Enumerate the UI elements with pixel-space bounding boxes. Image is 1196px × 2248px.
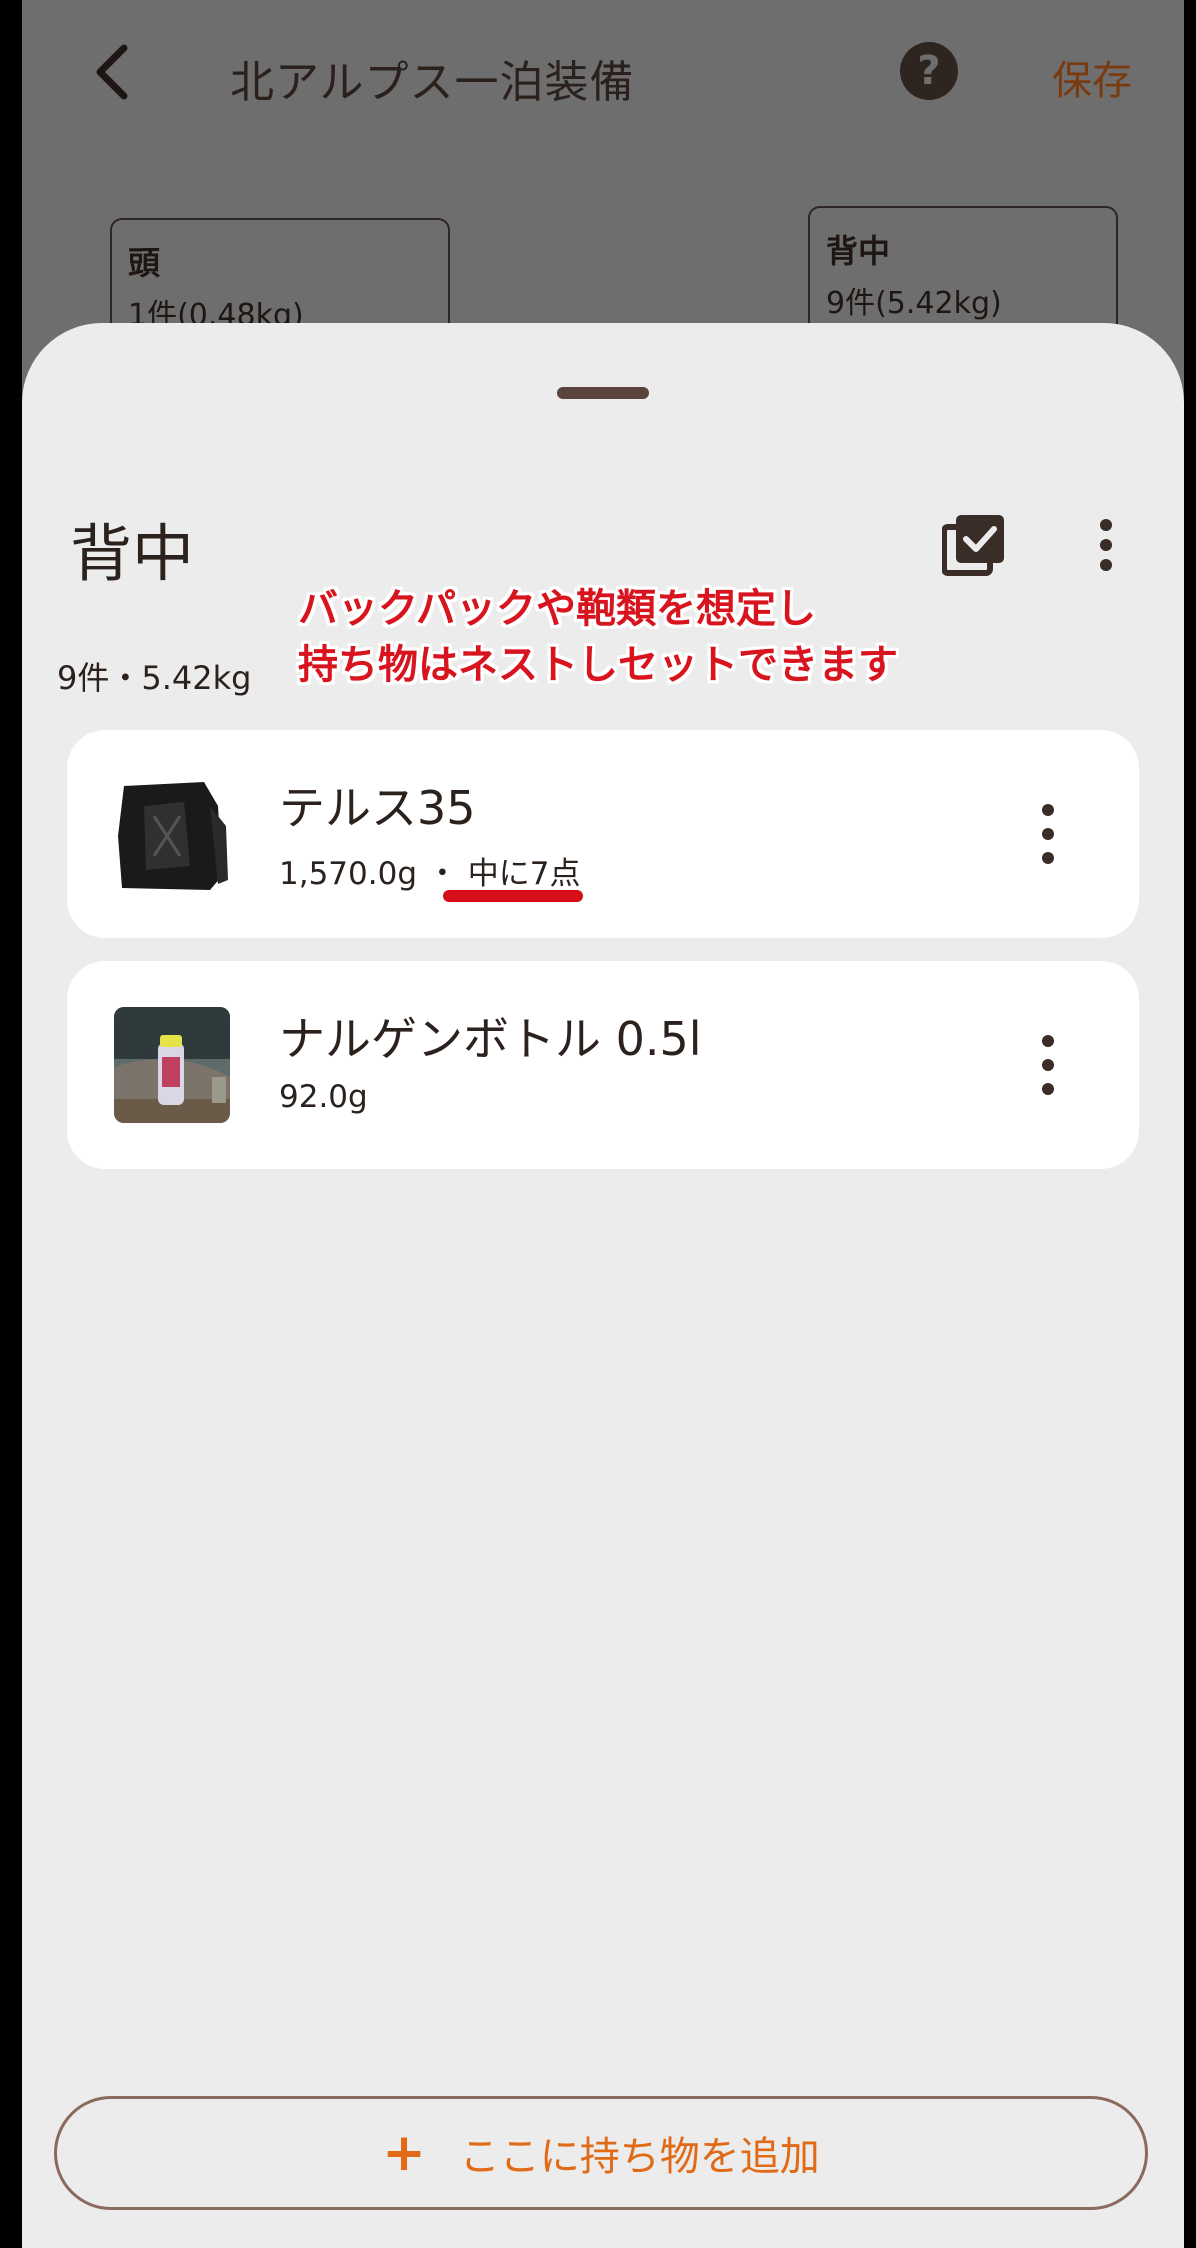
checklist-button[interactable]	[941, 513, 1006, 577]
item-weight: 1,570.0g	[279, 856, 418, 892]
annotation-line: 持ち物はネストしセットできます	[298, 642, 898, 688]
annotation-line: バックパックや鞄類を想定し	[298, 586, 816, 632]
item-thumbnail	[114, 1007, 230, 1123]
item-name: ナルゲンボトル 0.5l	[279, 1012, 702, 1066]
add-item-label: ここに持ち物を追加	[459, 2134, 820, 2180]
item-card-nalgene[interactable]: ナルゲンボトル 0.5l 92.0g	[67, 961, 1139, 1169]
phone-screen: 北アルプス一泊装備 ? 保存 頭 1件(0.48kg) 背中 9件(5.42kg…	[22, 0, 1184, 2248]
group-card-title: 背中	[826, 232, 891, 270]
chevron-left-icon	[96, 44, 128, 100]
save-button[interactable]: 保存	[1052, 48, 1132, 106]
more-dot	[1100, 539, 1112, 551]
more-dot	[1100, 559, 1112, 571]
item-thumbnail	[114, 776, 230, 892]
more-dot	[1042, 804, 1054, 816]
group-card-title: 頭	[128, 244, 161, 282]
more-dot	[1100, 519, 1112, 531]
page-title: 北アルプス一泊装備	[230, 57, 635, 108]
item-meta: 1,570.0g ・ 中に7点	[279, 848, 580, 893]
backpack-image	[114, 776, 230, 892]
top-app-bar: 北アルプス一泊装備 ? 保存	[22, 0, 1184, 150]
bottle-image	[114, 1007, 230, 1123]
group-card-summary: 9件(5.42kg)	[826, 286, 1002, 321]
bottom-sheet: 背中 バックパックや鞄類を想定し 持ち物はネストしセットできます 9件・5.42…	[22, 323, 1184, 2248]
checklist-icon	[941, 515, 1004, 576]
feature-annotation: バックパックや鞄類を想定し 持ち物はネストしセットできます	[298, 581, 898, 693]
sheet-summary: 9件・5.42kg	[57, 659, 252, 697]
nested-count[interactable]: 中に7点	[468, 856, 581, 892]
meta-separator: ・	[426, 856, 458, 892]
sheet-title: 背中	[70, 517, 195, 590]
more-dot	[1042, 852, 1054, 864]
item-more-button[interactable]	[1033, 1035, 1063, 1095]
more-dot	[1042, 1035, 1054, 1047]
back-button[interactable]	[80, 40, 144, 104]
item-weight: 92.0g	[279, 1079, 368, 1115]
more-dot	[1042, 828, 1054, 840]
annotation-underline	[443, 890, 583, 902]
add-item-button[interactable]: + ここに持ち物を追加	[54, 2096, 1148, 2210]
item-card-tellus35[interactable]: テルス35 1,570.0g ・ 中に7点	[67, 730, 1139, 938]
help-button[interactable]: ?	[900, 42, 958, 100]
drag-handle[interactable]	[557, 387, 649, 399]
item-name: テルス35	[279, 781, 476, 835]
question-mark-icon: ?	[917, 48, 941, 94]
item-more-button[interactable]	[1033, 804, 1063, 864]
more-dot	[1042, 1083, 1054, 1095]
plus-icon: +	[382, 2123, 426, 2183]
item-meta: 92.0g	[279, 1079, 368, 1115]
sheet-more-button[interactable]	[1086, 513, 1126, 577]
more-dot	[1042, 1059, 1054, 1071]
